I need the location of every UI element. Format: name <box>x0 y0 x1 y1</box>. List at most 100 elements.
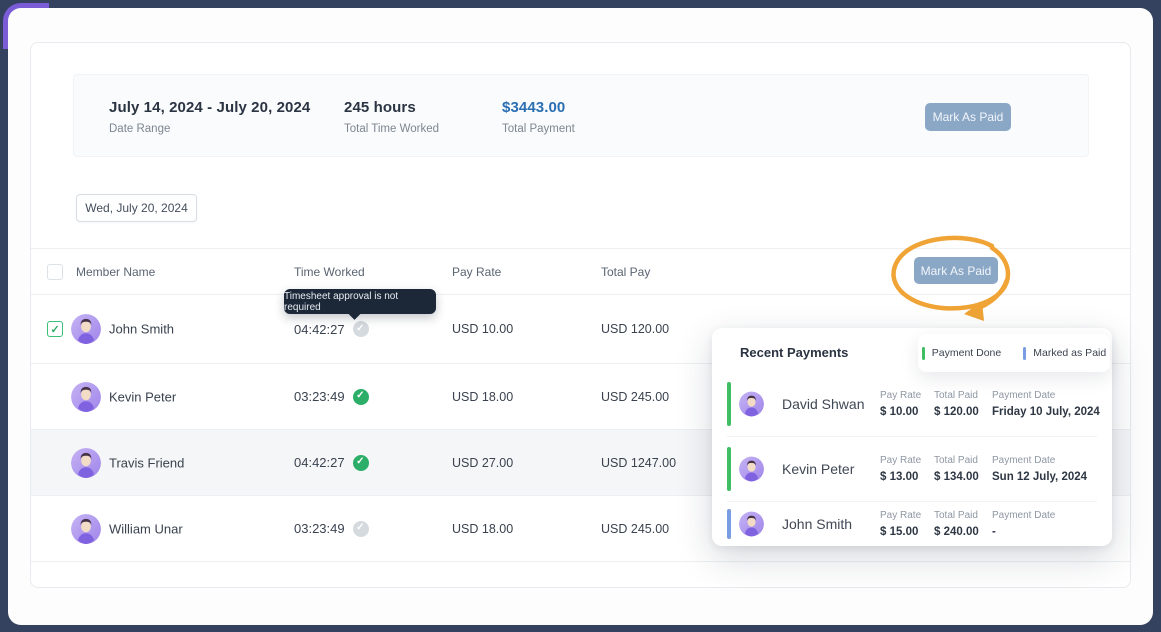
time-worked-cell: 04:42:27 <box>294 455 369 471</box>
marked-as-paid-marker-icon <box>1023 347 1026 360</box>
avatar <box>71 514 101 544</box>
status-bar-payment-done <box>727 447 731 491</box>
status-bar-marked-as-paid <box>727 509 731 539</box>
recent-payments-popup: Recent Payments Payment Done Marked as P… <box>712 328 1112 546</box>
column-member-name: Member Name <box>76 265 155 279</box>
time-worked-cell: 03:23:49 <box>294 389 369 405</box>
legend-marked-as-paid: Marked as Paid <box>1023 347 1106 360</box>
page-background: July 14, 2024 - July 20, 2024 Date Range… <box>8 8 1153 625</box>
total-paid-label: Total Paid <box>934 390 979 401</box>
approval-tooltip: Timesheet approval is not required <box>284 289 436 314</box>
mark-as-paid-table-button[interactable]: Mark As Paid <box>914 257 998 284</box>
approved-icon[interactable] <box>353 455 369 471</box>
column-total-pay: Total Pay <box>601 265 650 279</box>
payments-legend: Payment Done Marked as Paid <box>918 334 1110 372</box>
payment-date-label: Payment Date <box>992 455 1087 466</box>
total-paid-label: Total Paid <box>934 455 979 466</box>
pay-rate-label: Pay Rate <box>880 390 921 401</box>
payment-date-col: Payment Date Friday 10 July, 2024 <box>992 390 1100 418</box>
time-worked: 04:42:27 <box>294 455 345 470</box>
total-paid-value: $ 134.00 <box>934 471 979 483</box>
total-time-stat: 245 hours Total Time Worked <box>344 99 439 135</box>
popup-title: Recent Payments <box>740 345 848 360</box>
column-pay-rate: Pay Rate <box>452 265 501 279</box>
time-worked: 03:23:49 <box>294 389 345 404</box>
payment-list-item[interactable]: Kevin Peter Pay Rate $ 13.00 Total Paid … <box>712 439 1112 499</box>
legend-label: Payment Done <box>932 347 1001 359</box>
approval-not-required-icon[interactable] <box>353 321 369 337</box>
divider <box>727 436 1097 437</box>
legend-payment-done: Payment Done <box>922 347 1001 360</box>
total-pay: USD 245.00 <box>601 522 669 536</box>
time-worked: 04:42:27 <box>294 322 345 337</box>
total-pay: USD 120.00 <box>601 322 669 336</box>
avatar <box>739 392 764 417</box>
time-worked: 03:23:49 <box>294 521 345 536</box>
select-all-checkbox[interactable] <box>47 264 63 280</box>
mark-as-paid-summary-button[interactable]: Mark As Paid <box>925 103 1011 131</box>
approved-icon[interactable] <box>353 389 369 405</box>
payee-name: John Smith <box>782 516 852 532</box>
total-paid-label: Total Paid <box>934 510 979 521</box>
member-name: Kevin Peter <box>109 389 176 404</box>
payment-date-value: Sun 12 July, 2024 <box>992 471 1087 483</box>
member-name: William Unar <box>109 521 183 536</box>
date-range-value: July 14, 2024 - July 20, 2024 <box>109 99 310 116</box>
avatar <box>71 448 101 478</box>
pay-rate-value: $ 13.00 <box>880 471 921 483</box>
date-range-stat: July 14, 2024 - July 20, 2024 Date Range <box>109 99 310 135</box>
window-frame: July 14, 2024 - July 20, 2024 Date Range… <box>0 0 1161 632</box>
payment-list-item[interactable]: John Smith Pay Rate $ 15.00 Total Paid $… <box>712 504 1112 544</box>
payment-date-value: Friday 10 July, 2024 <box>992 406 1100 418</box>
total-paid-col: Total Paid $ 120.00 <box>934 390 979 418</box>
pay-rate: USD 18.00 <box>452 390 513 404</box>
divider <box>727 501 1097 502</box>
avatar <box>739 512 764 537</box>
total-paid-col: Total Paid $ 134.00 <box>934 455 979 483</box>
total-paid-value: $ 240.00 <box>934 526 979 538</box>
total-payment-label: Total Payment <box>502 123 575 135</box>
pay-rate-col: Pay Rate $ 10.00 <box>880 390 921 418</box>
payment-date-value: - <box>992 526 1055 538</box>
payee-name: Kevin Peter <box>782 461 854 477</box>
total-paid-value: $ 120.00 <box>934 406 979 418</box>
date-range-label: Date Range <box>109 123 310 135</box>
payment-date-label: Payment Date <box>992 390 1100 401</box>
payment-date-col: Payment Date - <box>992 510 1055 538</box>
total-paid-col: Total Paid $ 240.00 <box>934 510 979 538</box>
pay-rate-label: Pay Rate <box>880 455 921 466</box>
payment-done-marker-icon <box>922 347 925 360</box>
payment-list-item[interactable]: David Shwan Pay Rate $ 10.00 Total Paid … <box>712 374 1112 434</box>
avatar <box>71 314 101 344</box>
avatar <box>739 457 764 482</box>
pay-rate-value: $ 15.00 <box>880 526 921 538</box>
total-payment-stat: $3443.00 Total Payment <box>502 99 575 135</box>
total-pay: USD 1247.00 <box>601 456 676 470</box>
payment-date-col: Payment Date Sun 12 July, 2024 <box>992 455 1087 483</box>
summary-panel: July 14, 2024 - July 20, 2024 Date Range… <box>73 74 1089 157</box>
approval-not-required-icon[interactable] <box>353 521 369 537</box>
pay-rate-label: Pay Rate <box>880 510 921 521</box>
member-name: John Smith <box>109 322 174 337</box>
row-checkbox[interactable] <box>47 321 63 337</box>
legend-label: Marked as Paid <box>1033 347 1106 359</box>
column-time-worked: Time Worked <box>294 265 365 279</box>
pay-rate-col: Pay Rate $ 13.00 <box>880 455 921 483</box>
total-time-label: Total Time Worked <box>344 123 439 135</box>
avatar <box>71 382 101 412</box>
time-worked-cell: 03:23:49 <box>294 521 369 537</box>
time-worked-cell: 04:42:27 <box>294 321 369 337</box>
member-name: Travis Friend <box>109 455 184 470</box>
total-pay: USD 245.00 <box>601 390 669 404</box>
total-payment-value: $3443.00 <box>502 99 575 116</box>
status-bar-payment-done <box>727 382 731 426</box>
total-time-value: 245 hours <box>344 99 439 116</box>
payee-name: David Shwan <box>782 396 865 412</box>
date-filter-chip[interactable]: Wed, July 20, 2024 <box>76 194 197 222</box>
pay-rate: USD 18.00 <box>452 522 513 536</box>
payment-date-label: Payment Date <box>992 510 1055 521</box>
pay-rate-value: $ 10.00 <box>880 406 921 418</box>
pay-rate: USD 10.00 <box>452 322 513 336</box>
pay-rate-col: Pay Rate $ 15.00 <box>880 510 921 538</box>
pay-rate: USD 27.00 <box>452 456 513 470</box>
